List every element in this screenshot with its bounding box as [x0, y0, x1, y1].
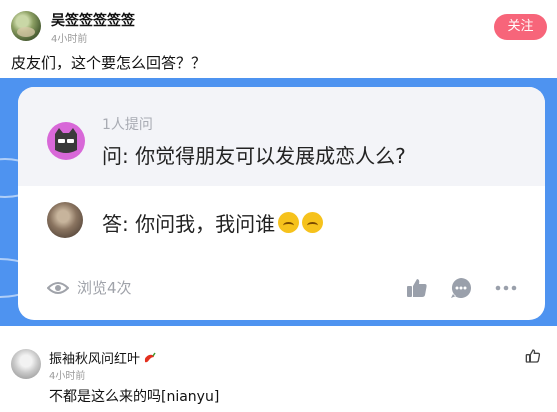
commenter-name-row: 振袖秋风问红叶 [49, 348, 156, 367]
answerer-avatar [47, 202, 83, 238]
commenter-avatar[interactable] [11, 349, 41, 379]
author-avatar[interactable] [11, 11, 41, 41]
asker-count: 1人提问 [102, 117, 153, 133]
answer-text-row: 答: 你问我，我问谁 [102, 208, 324, 237]
thumbs-up-icon[interactable] [525, 348, 541, 364]
question-text: 问: 你觉得朋友可以发展成恋人么? [102, 144, 406, 168]
view-count: 浏览4次 [47, 277, 132, 298]
thumbs-up-icon[interactable] [405, 276, 429, 300]
comment-time: 4小时前 [49, 371, 86, 382]
comment-text: 不都是这么来的吗[nianyu] [49, 389, 220, 405]
commenter-name[interactable]: 振袖秋风问红叶 [49, 348, 140, 367]
asker-avatar [47, 122, 85, 160]
answer-text: 答: 你问我，我问谁 [102, 212, 276, 236]
upside-down-face-icon [278, 212, 300, 233]
post-header: 吴签签签签签 4小时前 关注 [0, 0, 557, 48]
more-icon[interactable] [494, 276, 518, 300]
post-text: 皮友们，这个要怎么回答？？ [11, 54, 207, 72]
view-count-label: 浏览4次 [77, 279, 132, 297]
follow-button[interactable]: 关注 [494, 14, 547, 40]
upside-down-face-icon [302, 212, 324, 233]
comment-bubble-icon[interactable] [449, 276, 473, 300]
author-name[interactable]: 吴签签签签签 [51, 10, 135, 30]
post-time: 4小时前 [51, 34, 88, 45]
chili-pepper-icon [144, 352, 156, 362]
masked-face-icon [55, 128, 77, 153]
question-section: 1人提问 问: 你觉得朋友可以发展成恋人么? [18, 87, 545, 186]
eye-icon [47, 281, 69, 294]
question-card[interactable]: 1人提问 问: 你觉得朋友可以发展成恋人么? 答: 你问我，我问谁 浏览4次 [18, 87, 545, 320]
